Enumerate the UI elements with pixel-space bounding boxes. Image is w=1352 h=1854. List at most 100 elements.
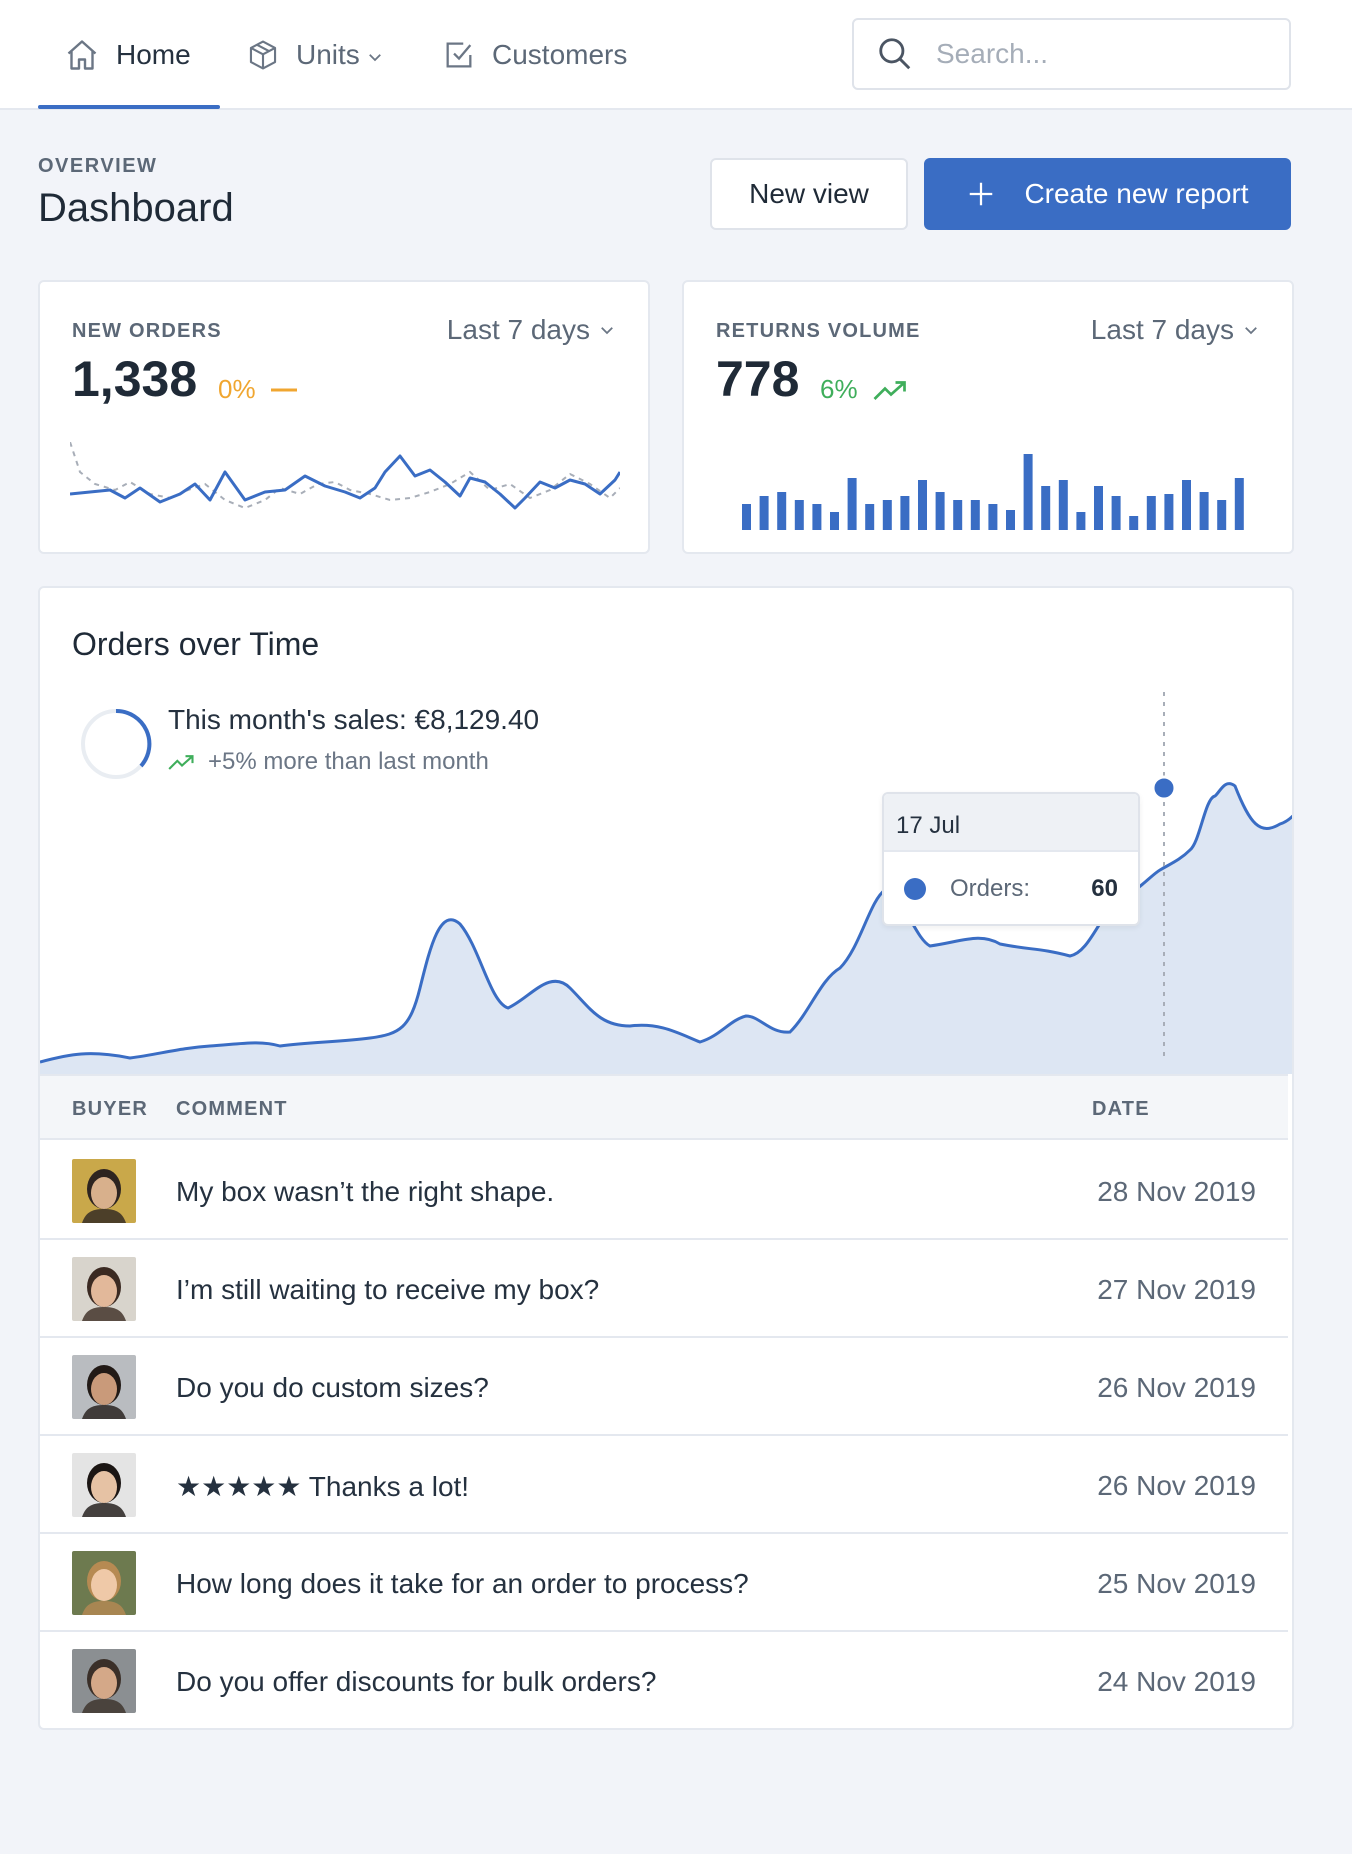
hover-point (1151, 775, 1177, 801)
returns-bar (1041, 486, 1051, 530)
returns-bar (1111, 496, 1121, 530)
returns-bar (812, 504, 822, 530)
returns-bar (1199, 492, 1209, 530)
home-icon (67, 40, 97, 70)
avatar (72, 1551, 136, 1615)
returns-bar (1023, 454, 1033, 530)
nav-customers[interactable]: Customers (442, 0, 627, 110)
nav-units-label: Units (296, 39, 360, 70)
returns-bar (1182, 480, 1191, 530)
new-orders-label: NEW ORDERS (72, 320, 222, 342)
returns-bar (1076, 512, 1086, 530)
checkbox-icon (446, 42, 472, 68)
nav-units[interactable]: Units (246, 0, 384, 110)
orders-over-time-panel: Orders over Time This month's sales: €8,… (38, 586, 1294, 1730)
avatar (72, 1257, 136, 1321)
tooltip-label: Orders: (950, 875, 1031, 902)
returns-bar (1058, 480, 1068, 530)
comment-date: 26 Nov 2019 (1097, 1470, 1256, 1501)
col-date: DATE (1092, 1098, 1150, 1120)
returns-bar (759, 496, 769, 530)
returns-bar (847, 478, 857, 530)
avatar (72, 1649, 136, 1713)
returns-bar (1006, 510, 1015, 530)
chevron-down-icon (601, 327, 613, 335)
create-report-button[interactable]: Create new report (924, 158, 1291, 230)
returns-bar (953, 500, 963, 530)
chevron-down-icon (368, 54, 381, 62)
avatar (72, 1355, 136, 1419)
comment-date: 25 Nov 2019 (1097, 1568, 1256, 1599)
comment-date: 27 Nov 2019 (1097, 1274, 1256, 1305)
returns-bar (935, 492, 945, 530)
tooltip-date: 17 Jul (884, 794, 1138, 852)
create-report-label: Create new report (1024, 178, 1249, 209)
avatar (72, 1159, 136, 1223)
comment-date: 26 Nov 2019 (1097, 1372, 1256, 1403)
returns-volume-bars (742, 454, 1244, 530)
comment-text: Do you offer discounts for bulk orders? (176, 1666, 657, 1697)
chevron-down-icon (1245, 327, 1257, 335)
comment-text: Do you do custom sizes? (176, 1372, 489, 1403)
top-navigation: Home Units Customers (0, 0, 1352, 110)
returns-bar (918, 480, 927, 530)
col-buyer: BUYER (72, 1098, 149, 1120)
new-orders-delta-value: 0% (218, 374, 256, 404)
current-period-line (70, 454, 620, 510)
returns-bar (1234, 478, 1244, 530)
comment-text: ★★★★★ Thanks a lot! (176, 1471, 470, 1502)
table-row[interactable]: How long does it take for an order to pr… (40, 1534, 1288, 1632)
nav-home-label: Home (116, 39, 191, 70)
new-orders-period-select[interactable]: Last 7 days (447, 314, 616, 346)
comment-text: I’m still waiting to receive my box? (176, 1274, 600, 1305)
returns-bar (900, 496, 910, 530)
returns-volume-value: 778 (716, 351, 800, 407)
new-orders-sparkline (70, 442, 620, 510)
active-tab-indicator (38, 105, 220, 109)
returns-bar (882, 500, 892, 530)
page-title: Dashboard (38, 186, 234, 230)
comments-table-header: BUYER COMMENT DATE (40, 1074, 1288, 1140)
comment-date: 28 Nov 2019 (1097, 1176, 1256, 1207)
table-row[interactable]: My box wasn’t the right shape. 28 Nov 201… (40, 1142, 1288, 1240)
returns-bar (865, 504, 875, 530)
nav-home[interactable]: Home (64, 0, 191, 110)
returns-bar (970, 500, 980, 530)
flat-trend-icon (270, 388, 297, 391)
returns-volume-delta: 6% (820, 374, 910, 405)
new-orders-period-label: Last 7 days (446, 314, 590, 345)
page-eyebrow: OVERVIEW (38, 155, 158, 177)
comment-text: How long does it take for an order to pr… (176, 1568, 749, 1599)
plus-icon (970, 182, 993, 206)
search-icon (879, 38, 911, 70)
avatar (72, 1453, 136, 1517)
table-row[interactable]: I’m still waiting to receive my box? 27 N… (40, 1240, 1288, 1338)
returns-period-label: Last 7 days (1090, 314, 1234, 345)
search-box[interactable] (852, 18, 1291, 90)
new-orders-card: NEW ORDERS Last 7 days 1,338 0% (38, 280, 650, 554)
returns-bar (794, 500, 804, 530)
returns-bar (777, 492, 787, 530)
returns-bar (1164, 494, 1174, 530)
search-input[interactable] (934, 37, 1264, 71)
returns-period-select[interactable]: Last 7 days (1091, 314, 1260, 346)
comment-text: My box wasn’t the right shape. (176, 1176, 555, 1207)
table-row[interactable]: Do you offer discounts for bulk orders? 2… (40, 1632, 1288, 1728)
tooltip-value: 60 (1091, 875, 1118, 902)
returns-bar (830, 512, 839, 530)
new-orders-delta: 0% (218, 374, 298, 405)
new-view-button[interactable]: New view (710, 158, 908, 230)
comment-date: 24 Nov 2019 (1097, 1666, 1256, 1697)
trend-up-icon (873, 380, 906, 400)
chart-tooltip: 17 Jul Orders: 60 (882, 792, 1140, 926)
cube-icon (249, 40, 277, 70)
returns-volume-delta-value: 6% (820, 374, 858, 404)
returns-bar (1129, 516, 1139, 530)
returns-bar (1217, 500, 1227, 530)
tooltip-row: Orders: 60 (884, 852, 1138, 924)
returns-volume-label: RETURNS VOLUME (716, 320, 921, 342)
returns-volume-card: RETURNS VOLUME Last 7 days 778 6% (682, 280, 1294, 554)
table-row[interactable]: ★★★★★ Thanks a lot! 26 Nov 2019 (40, 1436, 1288, 1534)
table-row[interactable]: Do you do custom sizes? 26 Nov 2019 (40, 1338, 1288, 1436)
new-orders-value: 1,338 (72, 351, 198, 407)
